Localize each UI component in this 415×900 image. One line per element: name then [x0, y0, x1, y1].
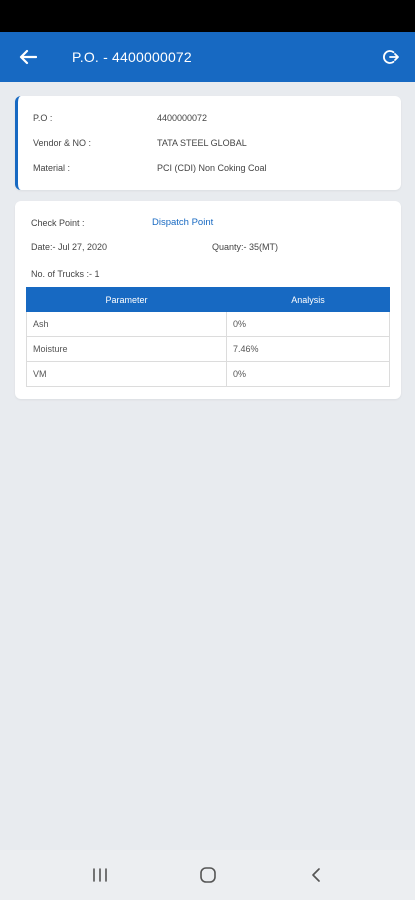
table-row: VM 0% [26, 361, 390, 387]
status-bar [0, 0, 415, 32]
analysis-cell: 7.46% [226, 336, 390, 362]
column-header-analysis: Analysis [226, 287, 390, 312]
vendor-row: Vendor & NO : TATA STEEL GLOBAL [33, 138, 247, 148]
analysis-cell: 0% [226, 361, 390, 387]
material-value: PCI (CDI) Non Coking Coal [157, 163, 267, 173]
vendor-value: TATA STEEL GLOBAL [157, 138, 247, 148]
table-header-row: Parameter Analysis [26, 287, 390, 312]
home-icon [200, 867, 216, 883]
vendor-label: Vendor & NO : [33, 138, 92, 148]
page-title: P.O. - 4400000072 [72, 49, 192, 65]
recent-apps-icon [93, 868, 107, 882]
nav-back-button[interactable] [304, 864, 328, 886]
dispatch-detail-card: Check Point : Dispatch Point Date:- Jul … [15, 201, 401, 399]
logout-icon [383, 50, 399, 64]
checkpoint-label: Check Point : [31, 218, 85, 228]
po-row: P.O : 4400000072 [33, 113, 207, 123]
recent-apps-button[interactable] [88, 864, 112, 886]
parameter-cell: VM [26, 361, 227, 387]
table-row: Moisture 7.46% [26, 336, 390, 362]
parameter-cell: Moisture [26, 336, 227, 362]
app-bar: P.O. - 4400000072 [0, 32, 415, 82]
po-value: 4400000072 [157, 113, 208, 123]
table-row: Ash 0% [26, 311, 390, 337]
material-label: Material : [33, 163, 71, 173]
home-button[interactable] [196, 864, 220, 886]
parameter-cell: Ash [26, 311, 227, 337]
date-text: Date:- Jul 27, 2020 [31, 242, 108, 252]
material-row: Material : PCI (CDI) Non Coking Coal [33, 163, 267, 173]
arrow-left-icon [19, 49, 37, 65]
analysis-table: Parameter Analysis Ash 0% Moisture 7.46%… [26, 287, 390, 387]
column-header-parameter: Parameter [26, 287, 227, 312]
po-label: P.O : [33, 113, 53, 123]
quantity-text: Quanty:- 35(MT) [212, 242, 279, 252]
back-button[interactable] [16, 45, 40, 69]
logout-button[interactable] [381, 47, 401, 67]
system-nav-bar [0, 850, 415, 900]
analysis-cell: 0% [226, 311, 390, 337]
checkpoint-value: Dispatch Point [152, 217, 214, 228]
po-info-card: P.O : 4400000072 Vendor & NO : TATA STEE… [15, 96, 401, 190]
nav-back-icon [312, 868, 320, 882]
trucks-text: No. of Trucks :- 1 [31, 269, 100, 279]
